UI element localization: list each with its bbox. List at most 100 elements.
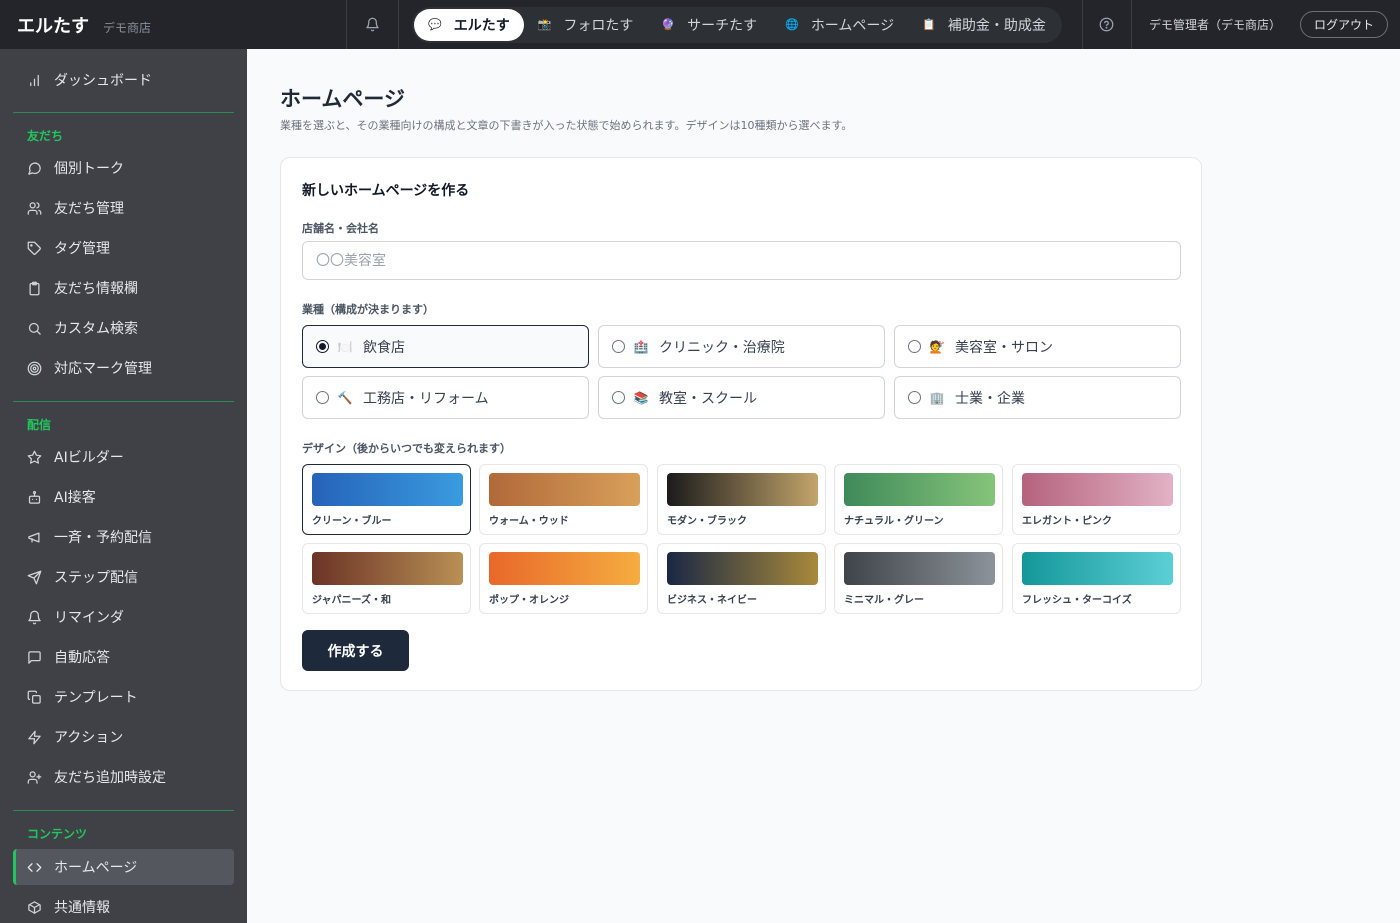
design-name: モダン・ブラック — [667, 516, 747, 527]
copy-icon — [27, 690, 41, 704]
industry-label: 業種（構成が決まります） — [302, 303, 434, 316]
design-option[interactable]: ポップ・オレンジ — [479, 543, 648, 614]
tag-icon — [27, 241, 41, 255]
industry-option-school[interactable]: 📚 教室・スクール — [598, 376, 885, 419]
tab-forotasu[interactable]: 📸 フォロたす — [524, 9, 648, 41]
design-name: ミニマル・グレー — [844, 595, 924, 606]
main-content: ホームページ 業種を選ぶと、その業種向けの構成と文章の下書きが入った状態で始めら… — [247, 49, 1400, 923]
sidebar-item-ai-service[interactable]: AI接客 — [13, 479, 234, 515]
design-name: ポップ・オレンジ — [489, 595, 569, 606]
design-option[interactable]: フレッシュ・ターコイズ — [1012, 543, 1181, 614]
sidebar-item-step[interactable]: ステップ配信 — [13, 559, 234, 595]
brand-title[interactable]: エルたす — [17, 12, 89, 38]
sidebar: ダッシュボード 友だち 個別トーク 友だち管理 タグ管理 友だち情報欄 カスタム… — [0, 49, 247, 923]
sidebar-item-friend-add-settings[interactable]: 友だち追加時設定 — [13, 759, 234, 795]
industry-option-clinic[interactable]: 🏥 クリニック・治療院 — [598, 325, 885, 368]
sidebar-item-ai-builder[interactable]: AIビルダー — [13, 439, 234, 475]
tab-subsidy[interactable]: 📋 補助金・助成金 — [908, 9, 1060, 41]
sidebar-item-reminder[interactable]: リマインダ — [13, 599, 234, 635]
page-description: 業種を選ぶと、その業種向けの構成と文章の下書きが入った状態で始められます。デザイ… — [280, 119, 853, 132]
sidebar-item-label: リマインダ — [54, 610, 124, 626]
sidebar-item-dashboard[interactable]: ダッシュボード — [13, 62, 234, 98]
sidebar-divider — [13, 810, 234, 811]
tab-label: フォロたす — [563, 17, 634, 34]
design-option[interactable]: ジャパニーズ・和 — [302, 543, 471, 614]
radio[interactable] — [908, 340, 921, 353]
radio[interactable] — [316, 391, 329, 404]
design-option[interactable]: ビジネス・ネイビー — [657, 543, 826, 614]
sidebar-item-template[interactable]: テンプレート — [13, 679, 234, 715]
app-switcher: 💬 エルたす 📸 フォロたす 🔮 サーチたす 🌐 ホームページ 📋 補助金・助成金 — [399, 0, 1062, 49]
design-option[interactable]: ミニマル・グレー — [834, 543, 1003, 614]
design-name: ウォーム・ウッド — [489, 516, 569, 527]
radio[interactable] — [612, 391, 625, 404]
bot-icon — [28, 490, 41, 504]
industry-label-text: クリニック・治療院 — [659, 339, 785, 356]
sidebar-item-common-info[interactable]: 共通情報 — [13, 889, 234, 923]
globe-icon: 🌐 — [785, 18, 799, 31]
industry-label-text: 教室・スクール — [659, 390, 757, 407]
sidebar-item-chat[interactable]: 個別トーク — [13, 150, 234, 186]
name-label: 店舗名・会社名 — [302, 222, 379, 235]
design-label: デザイン（後からいつでも変えられます） — [302, 442, 511, 455]
create-button[interactable]: 作成する — [302, 630, 409, 671]
tab-saachitasu[interactable]: 🔮 サーチたす — [647, 9, 771, 41]
sidebar-item-label: ステップ配信 — [54, 570, 138, 586]
industry-option-restaurant[interactable]: 🍽️ 飲食店 — [302, 325, 589, 368]
code-icon — [27, 862, 42, 872]
design-option[interactable]: ナチュラル・グリーン — [834, 464, 1003, 535]
sidebar-item-label: 一斉・予約配信 — [54, 530, 152, 546]
tab-erutasu[interactable]: 💬 エルたす — [414, 8, 524, 41]
sidebar-divider — [13, 401, 234, 402]
sidebar-item-tags[interactable]: タグ管理 — [13, 230, 234, 266]
bell-icon — [366, 17, 379, 32]
tab-label: エルたす — [453, 17, 510, 34]
design-swatch — [1022, 473, 1173, 506]
industry-option-salon[interactable]: 💇 美容室・サロン — [894, 325, 1181, 368]
crystal-ball-icon: 🔮 — [661, 18, 676, 31]
sidebar-item-action[interactable]: アクション — [13, 719, 234, 755]
tab-homepage[interactable]: 🌐 ホームページ — [771, 9, 908, 41]
logout-button[interactable]: ログアウト — [1299, 11, 1388, 38]
sidebar-item-broadcast[interactable]: 一斉・予約配信 — [13, 519, 234, 555]
design-name: ジャパニーズ・和 — [312, 595, 391, 606]
hospital-icon: 🏥 — [633, 339, 649, 354]
design-option[interactable]: ウォーム・ウッド — [479, 464, 648, 535]
sidebar-item-custom-search[interactable]: カスタム検索 — [13, 310, 234, 346]
industry-option-business[interactable]: 🏢 士業・企業 — [894, 376, 1181, 419]
page-title: ホームページ — [280, 87, 405, 111]
haircut-icon: 💇 — [929, 339, 945, 354]
sidebar-item-homepage[interactable]: ホームページ — [13, 849, 234, 885]
tab-label: ホームページ — [810, 17, 895, 34]
sidebar-item-label: AIビルダー — [54, 450, 124, 466]
books-icon: 📚 — [633, 390, 649, 405]
design-option[interactable]: クリーン・ブルー — [302, 464, 471, 535]
sidebar-item-auto-reply[interactable]: 自動応答 — [13, 639, 234, 675]
notification-button[interactable] — [347, 0, 399, 49]
create-homepage-card: 新しいホームページを作る 店舗名・会社名 業種（構成が決まります） 🍽️ 飲食店… — [280, 157, 1202, 691]
design-option[interactable]: モダン・ブラック — [657, 464, 826, 535]
chat-bubble-icon: 💬 — [428, 18, 442, 31]
design-option[interactable]: エレガント・ピンク — [1012, 464, 1181, 535]
design-swatch — [312, 552, 463, 585]
star-icon — [27, 450, 42, 464]
radio-checked[interactable] — [316, 340, 329, 353]
tab-label: 補助金・助成金 — [947, 17, 1046, 34]
industry-option-construction[interactable]: 🔨 工務店・リフォーム — [302, 376, 589, 419]
help-button[interactable] — [1081, 0, 1132, 49]
design-swatch — [667, 552, 818, 585]
sidebar-item-friends[interactable]: 友だち管理 — [13, 190, 234, 226]
design-swatch — [312, 473, 463, 506]
design-name: ナチュラル・グリーン — [844, 516, 944, 527]
sidebar-item-friend-info[interactable]: 友だち情報欄 — [13, 270, 234, 306]
radio[interactable] — [908, 391, 921, 404]
clipboard-icon: 📋 — [922, 18, 936, 31]
radio[interactable] — [612, 340, 625, 353]
bar-chart-icon — [30, 74, 39, 86]
tab-label: サーチたす — [687, 17, 758, 34]
send-icon — [27, 570, 42, 584]
store-name-input[interactable] — [302, 241, 1181, 280]
sidebar-item-label: 対応マーク管理 — [54, 361, 152, 377]
sidebar-item-marks[interactable]: 対応マーク管理 — [13, 350, 234, 386]
fork-knife-icon: 🍽️ — [337, 339, 353, 354]
